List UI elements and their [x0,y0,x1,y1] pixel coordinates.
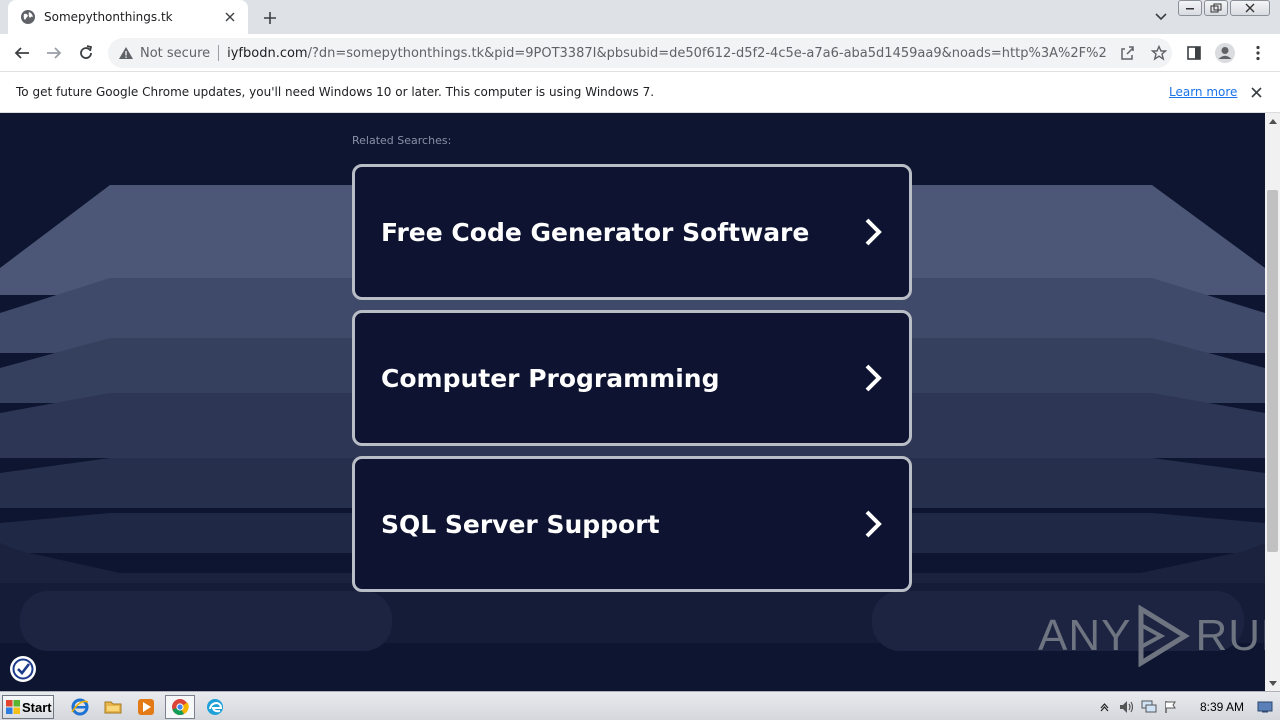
file-explorer-folder-icon[interactable] [102,696,124,718]
chevron-right-icon [865,218,882,246]
page-content: Related Searches: Free Code Generator So… [0,113,1265,691]
chrome-taskbar-icon[interactable] [165,695,195,719]
tab-search-chevron-down-icon[interactable] [1150,6,1172,28]
action-center-flag-icon[interactable] [1162,698,1180,716]
bookmark-star-icon[interactable] [1147,41,1171,65]
page-scrollbar[interactable] [1265,113,1280,691]
related-search-link[interactable]: Computer Programming [352,310,912,446]
scroll-down-arrow-icon[interactable] [1268,679,1277,688]
globe-icon [21,10,35,24]
browser-tab[interactable]: Somepythonthings.tk [8,0,248,34]
profile-avatar-icon[interactable] [1213,41,1237,65]
url-host: iyfbodn.com [227,45,308,61]
address-bar[interactable]: Not secure iyfbodn.com/?dn=somepythonthi… [108,38,1172,68]
volume-speaker-icon[interactable] [1118,698,1136,716]
related-searches-heading: Related Searches: [352,134,452,147]
window-controls [1178,0,1270,16]
new-tab-plus-icon[interactable] [258,6,282,30]
side-panel-icon[interactable] [1182,41,1206,65]
infobar-message: To get future Google Chrome updates, you… [16,85,655,99]
tab-strip: Somepythonthings.tk [0,0,1280,34]
related-search-link[interactable]: Free Code Generator Software [352,164,912,300]
url-path: /?dn=somepythonthings.tk&pid=9POT3387I&p… [307,45,1108,61]
watermark-left-text: ANY [1038,611,1132,660]
restore-icon[interactable] [1204,0,1228,16]
media-player-icon[interactable] [135,696,157,718]
minimize-icon[interactable] [1178,0,1202,16]
play-logo-icon [1138,605,1191,667]
related-search-label: SQL Server Support [381,509,660,539]
system-tray: 8:39 AM [1096,694,1280,720]
show-desktop-icon[interactable] [1256,698,1274,716]
more-menu-icon[interactable] [1246,41,1270,65]
warning-triangle-icon[interactable] [118,45,134,61]
url-text[interactable]: iyfbodn.com/?dn=somepythonthings.tk&pid=… [227,46,1107,61]
back-arrow-icon[interactable] [10,41,34,65]
window-close-icon[interactable] [1230,0,1270,16]
taskbar-clock[interactable]: 8:39 AM [1200,700,1244,714]
tab-title: Somepythonthings.tk [44,10,173,24]
related-search-link[interactable]: SQL Server Support [352,456,912,592]
scrollbar-thumb[interactable] [1267,190,1278,552]
privacy-check-badge-icon[interactable] [10,656,36,682]
omnibox-separator [218,45,220,61]
watermark-right-text: RUN [1195,611,1265,660]
related-search-label: Computer Programming [381,363,720,393]
start-button[interactable]: Start [2,695,54,719]
tab-close-icon[interactable] [222,9,238,25]
start-label: Start [22,699,52,715]
update-infobar: To get future Google Chrome updates, you… [0,72,1280,113]
scroll-up-arrow-icon[interactable] [1268,117,1277,126]
related-search-label: Free Code Generator Software [381,217,810,247]
not-secure-label[interactable]: Not secure [140,46,210,61]
windows-taskbar: Start 8:39 AM [0,691,1280,720]
browser-toolbar: Not secure iyfbodn.com/?dn=somepythonthi… [0,34,1280,72]
chevron-right-icon [865,510,882,538]
infobar-close-icon[interactable] [1248,84,1264,100]
chevron-right-icon [865,364,882,392]
learn-more-link[interactable]: Learn more [1169,85,1237,99]
tray-expand-arrow-icon[interactable] [1096,698,1114,716]
edge-icon[interactable] [204,696,226,718]
windows-logo-icon [6,700,20,714]
share-icon[interactable] [1115,41,1139,65]
internet-explorer-icon[interactable] [69,696,91,718]
anyrun-watermark: ANY RUN [1038,605,1265,667]
forward-arrow-icon[interactable] [42,41,66,65]
network-monitor-icon[interactable] [1140,698,1158,716]
reload-icon[interactable] [74,41,98,65]
